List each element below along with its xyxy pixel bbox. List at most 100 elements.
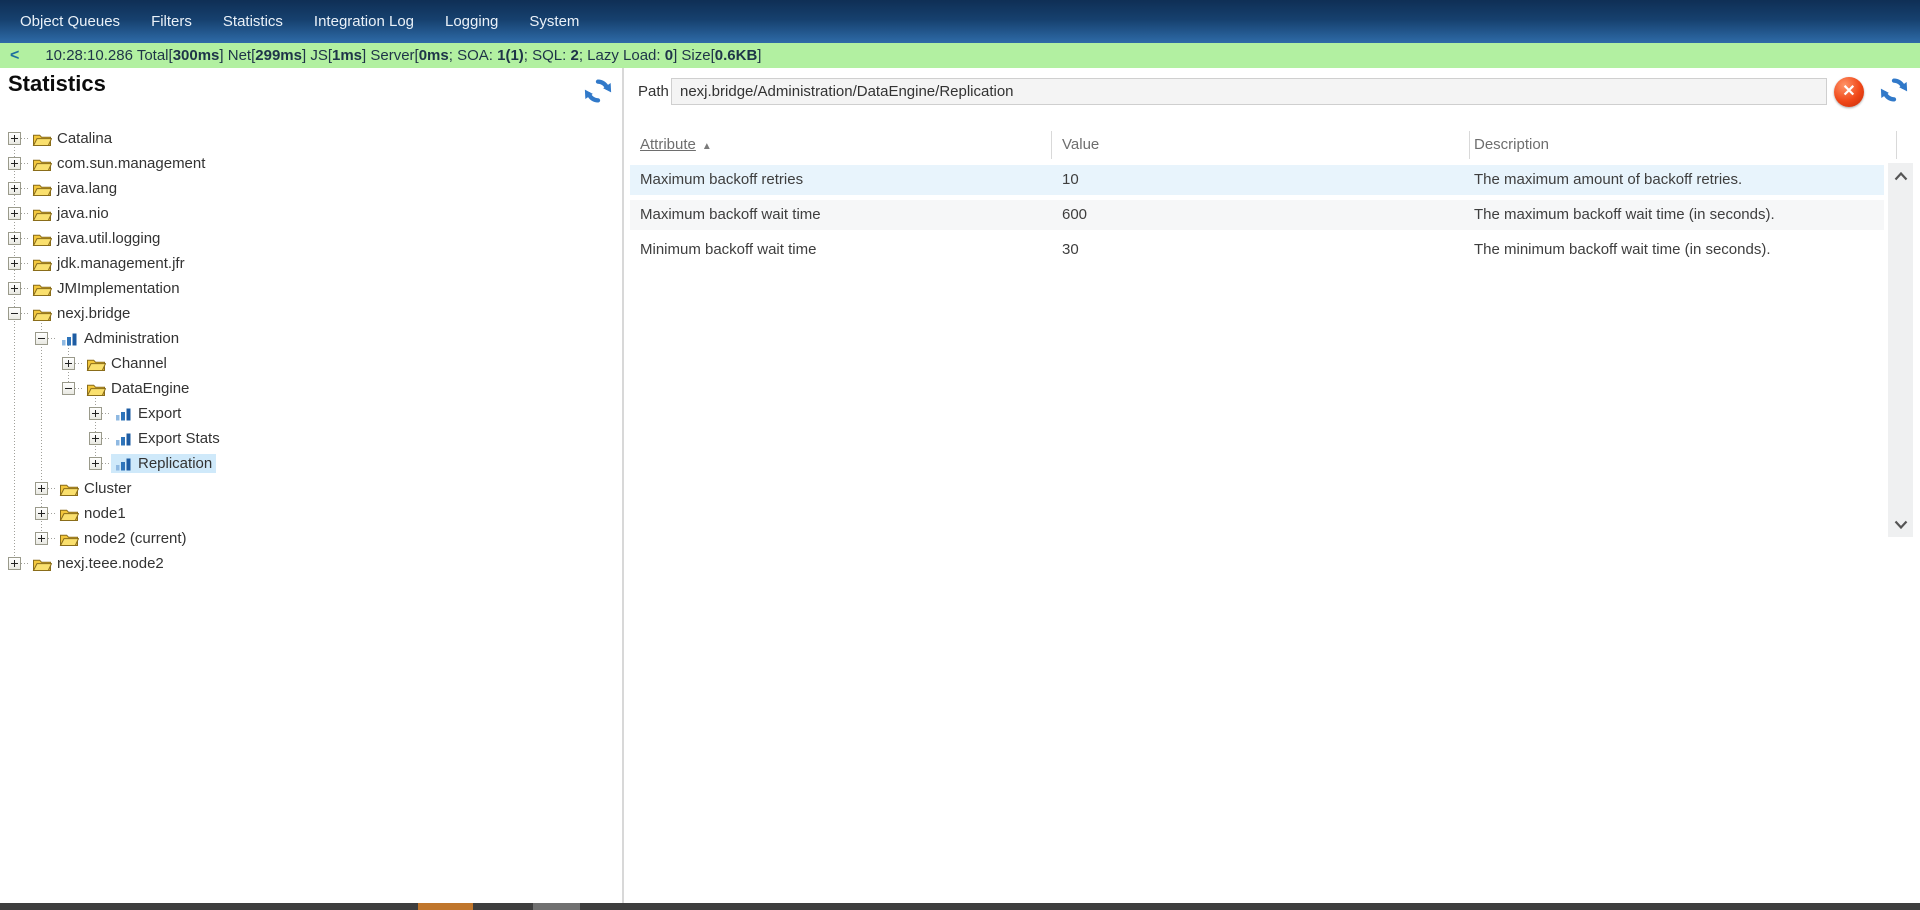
status-metric-label: ; Lazy Load:	[579, 47, 665, 64]
tree-item-cluster[interactable]: Cluster	[57, 479, 136, 498]
table-row[interactable]: Maximum backoff retries10The maximum amo…	[630, 165, 1884, 195]
taskbar-strip	[0, 903, 1920, 910]
menu-item-filters[interactable]: Filters	[145, 9, 198, 34]
status-metric-value: 2	[570, 47, 578, 64]
refresh-path-button[interactable]	[1879, 75, 1909, 105]
menu-item-logging[interactable]: Logging	[439, 9, 504, 34]
folder-icon	[32, 281, 52, 297]
scroll-up-button[interactable]	[1888, 165, 1913, 187]
scroll-down-button[interactable]	[1888, 513, 1913, 535]
tree-item-label: Replication	[138, 455, 212, 472]
status-metric-value: 0	[665, 47, 673, 64]
path-input[interactable]	[671, 78, 1827, 105]
tree-item-java-nio[interactable]: java.nio	[30, 204, 113, 223]
expand-toggle[interactable]	[62, 357, 75, 370]
column-header-description[interactable]: Description	[1474, 130, 1549, 160]
folder-icon	[32, 181, 52, 197]
expand-toggle[interactable]	[89, 432, 102, 445]
tree-row: Export	[0, 401, 620, 426]
table-row[interactable]: Maximum backoff wait time600The maximum …	[630, 200, 1884, 230]
tree-item-label: Export	[138, 405, 181, 422]
bar-chart-icon	[59, 331, 79, 347]
tree-row: nexj.teee.node2	[0, 551, 620, 576]
tree-item-export-stats[interactable]: Export Stats	[111, 429, 224, 448]
tree-item-java-util-logging[interactable]: java.util.logging	[30, 229, 164, 248]
menu-item-system[interactable]: System	[523, 9, 585, 34]
tree-item-catalina[interactable]: Catalina	[30, 129, 116, 148]
tree-connector	[48, 513, 57, 514]
tree-item-dataengine[interactable]: DataEngine	[84, 379, 193, 398]
tree-item-label: node2 (current)	[84, 530, 187, 547]
folder-icon	[32, 556, 52, 572]
tree-connector	[21, 563, 30, 564]
status-metric-label: ] JS[	[302, 47, 332, 64]
collapse-toggle[interactable]	[8, 307, 21, 320]
close-button[interactable]: ✕	[1834, 77, 1864, 107]
status-metric-value: 0ms	[419, 47, 449, 64]
expand-toggle[interactable]	[35, 482, 48, 495]
tree-item-node1[interactable]: node1	[57, 504, 130, 523]
tree-row: Administration	[0, 326, 620, 351]
tree-item-label: Export Stats	[138, 430, 220, 447]
tree-item-export[interactable]: Export	[111, 404, 185, 423]
expand-toggle[interactable]	[8, 207, 21, 220]
tree-row: node1	[0, 501, 620, 526]
tree-row: Catalina	[0, 126, 620, 151]
tree-row: java.util.logging	[0, 226, 620, 251]
tree-item-administration[interactable]: Administration	[57, 329, 183, 348]
expand-toggle[interactable]	[35, 507, 48, 520]
refresh-statistics-button[interactable]	[583, 76, 613, 106]
expand-toggle[interactable]	[8, 157, 21, 170]
expand-toggle[interactable]	[89, 457, 102, 470]
column-header-attribute[interactable]: Attribute▲	[640, 130, 712, 160]
tree-item-label: node1	[84, 505, 126, 522]
tree-item-com-sun-management[interactable]: com.sun.management	[30, 154, 209, 173]
tree-item-label: Catalina	[57, 130, 112, 147]
bar-chart-icon	[113, 406, 133, 422]
collapse-toggle[interactable]	[35, 332, 48, 345]
status-metric-value: 0.6KB	[715, 47, 758, 64]
page-title: Statistics	[8, 71, 106, 97]
tree-row: Channel	[0, 351, 620, 376]
expand-toggle[interactable]	[8, 132, 21, 145]
status-metric-value: 300ms	[173, 47, 220, 64]
expand-toggle[interactable]	[8, 257, 21, 270]
tree-item-jdk-management-jfr[interactable]: jdk.management.jfr	[30, 254, 189, 273]
tree-row: java.lang	[0, 176, 620, 201]
tree-row: DataEngine	[0, 376, 620, 401]
folder-icon	[32, 306, 52, 322]
status-metric-label: ] Server[	[362, 47, 419, 64]
tree-item-replication[interactable]: Replication	[111, 454, 216, 473]
expand-toggle[interactable]	[8, 282, 21, 295]
expand-toggle[interactable]	[8, 182, 21, 195]
path-label: Path	[638, 78, 669, 105]
tree-connector	[21, 138, 30, 139]
tree-item-nexj-teee-node2[interactable]: nexj.teee.node2	[30, 554, 168, 573]
menu-item-object-queues[interactable]: Object Queues	[14, 9, 126, 34]
menu-item-statistics[interactable]: Statistics	[217, 9, 289, 34]
column-header-attribute-label: Attribute	[640, 136, 696, 153]
column-header-value[interactable]: Value	[1062, 130, 1099, 160]
tree-item-jmimplementation[interactable]: JMImplementation	[30, 279, 184, 298]
menu-item-integration-log[interactable]: Integration Log	[308, 9, 420, 34]
tree-connector	[21, 238, 30, 239]
tree-item-nexj-bridge[interactable]: nexj.bridge	[30, 304, 134, 323]
vertical-scrollbar[interactable]	[1888, 163, 1913, 537]
collapse-toggle[interactable]	[62, 382, 75, 395]
table-row[interactable]: Minimum backoff wait time30The minimum b…	[630, 235, 1884, 265]
cell-value: 600	[1062, 200, 1087, 230]
tree-item-java-lang[interactable]: java.lang	[30, 179, 121, 198]
tree-item-channel[interactable]: Channel	[84, 354, 171, 373]
folder-icon	[32, 256, 52, 272]
folder-icon	[32, 131, 52, 147]
tree-item-label: java.lang	[57, 180, 117, 197]
expand-toggle[interactable]	[89, 407, 102, 420]
tree-item-label: nexj.teee.node2	[57, 555, 164, 572]
expand-toggle[interactable]	[35, 532, 48, 545]
expand-toggle[interactable]	[8, 557, 21, 570]
back-arrow[interactable]: <	[10, 47, 19, 65]
expand-toggle[interactable]	[8, 232, 21, 245]
status-metric-value: 1ms	[332, 47, 362, 64]
tree-item-node2-current[interactable]: node2 (current)	[57, 529, 191, 548]
cell-value: 10	[1062, 165, 1079, 195]
